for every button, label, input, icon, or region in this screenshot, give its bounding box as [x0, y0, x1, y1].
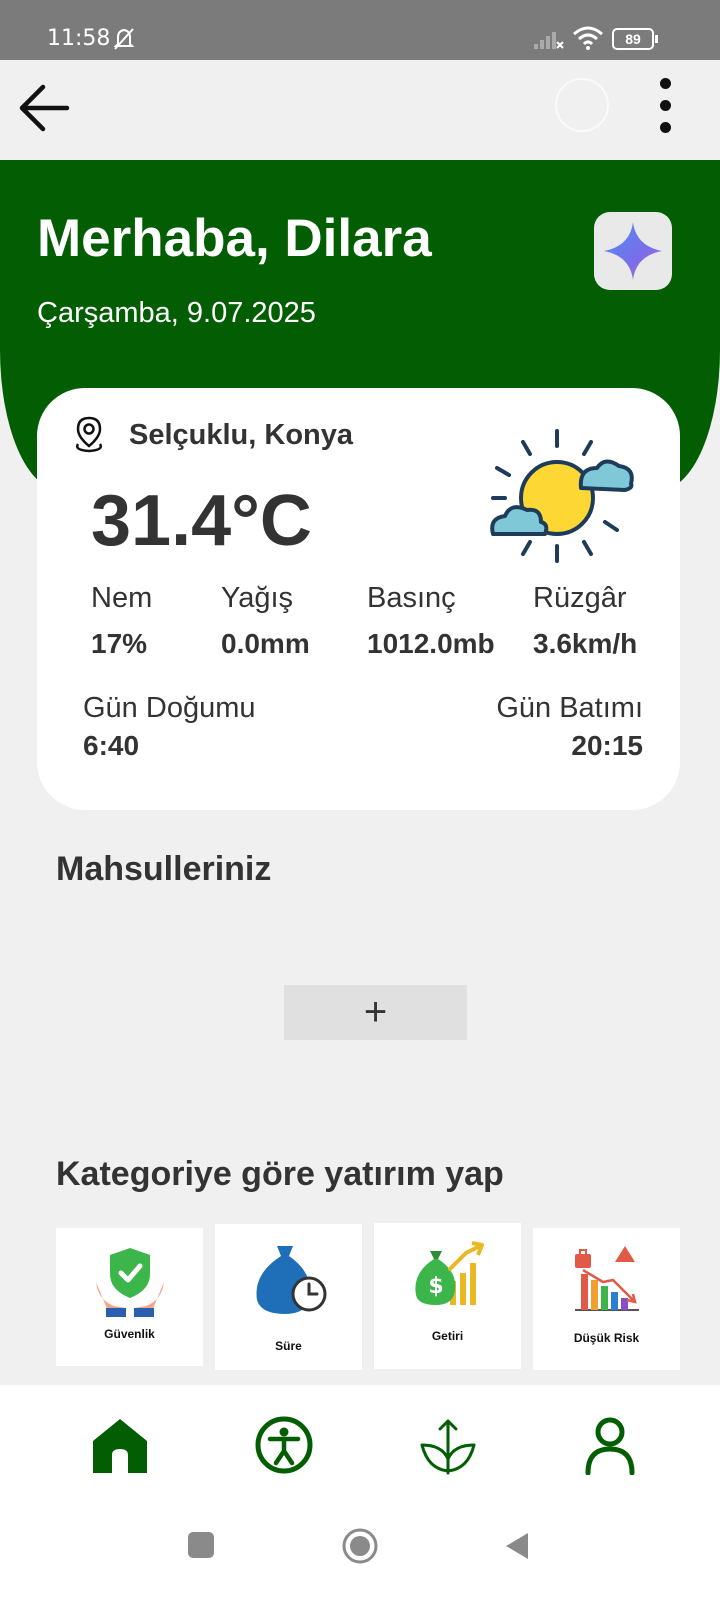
- battery-icon: 89: [612, 28, 658, 50]
- home-icon[interactable]: [90, 1415, 150, 1475]
- pressure-label: Basınç: [367, 582, 456, 614]
- svg-text:$: $: [428, 1274, 443, 1299]
- humidity-value: 17%: [91, 628, 148, 659]
- signal-icon: [534, 32, 564, 49]
- sunset-label: Gün Batımı: [496, 692, 643, 724]
- money-growth-icon: $: [415, 1241, 484, 1305]
- status-time: 11:58: [47, 26, 111, 51]
- bottom-navigation: [0, 1385, 720, 1503]
- wifi-icon: [573, 26, 603, 50]
- bell-muted-icon: [113, 28, 135, 50]
- categories-section-title: Kategoriye göre yatırım yap: [56, 1155, 504, 1193]
- sunrise-label: Gün Doğumu: [83, 692, 256, 724]
- category-label: Güvenlik: [104, 1327, 155, 1341]
- location-pin-icon: [75, 416, 103, 453]
- app-bar: [0, 60, 720, 160]
- accessibility-icon[interactable]: [254, 1415, 314, 1475]
- system-navigation: [0, 1503, 720, 1600]
- location-name: Selçuklu, Konya: [129, 419, 354, 451]
- humidity-label: Nem: [91, 582, 153, 614]
- sunset-value: 20:15: [571, 730, 643, 761]
- precipitation-value: 0.0mm: [221, 628, 310, 659]
- crops-section-title: Mahsulleriniz: [56, 850, 272, 888]
- category-card-return[interactable]: $ Getiri: [374, 1223, 521, 1369]
- current-date: Çarşamba, 9.07.2025: [37, 297, 316, 329]
- more-vert-icon[interactable]: [646, 74, 686, 138]
- sparkle-icon: [604, 222, 662, 280]
- money-bag-clock-icon: [256, 1246, 327, 1314]
- category-label: Düşük Risk: [573, 1331, 640, 1345]
- sun-cloud-icon: [490, 429, 634, 563]
- loading-indicator: [555, 78, 609, 132]
- home-button[interactable]: [341, 1527, 379, 1565]
- arrow-left-icon[interactable]: [15, 77, 77, 139]
- declining-chart-icon: [575, 1246, 639, 1311]
- precipitation-label: Yağış: [221, 582, 294, 614]
- battery-level: 89: [625, 31, 641, 47]
- sprout-icon[interactable]: [418, 1415, 478, 1475]
- pressure-value: 1012.0mb: [367, 628, 495, 659]
- ai-assistant-button[interactable]: [594, 212, 672, 290]
- category-card-security[interactable]: Güvenlik: [56, 1228, 203, 1366]
- back-button[interactable]: [504, 1531, 530, 1561]
- wind-label: Rüzgâr: [533, 582, 627, 614]
- greeting-title: Merhaba, Dilara: [37, 209, 432, 268]
- category-card-low-risk[interactable]: Düşük Risk: [533, 1228, 680, 1370]
- status-bar: 11:58 89: [0, 0, 720, 60]
- category-label: Getiri: [431, 1329, 464, 1343]
- temperature: 31.4°C: [91, 481, 312, 561]
- category-card-duration[interactable]: Süre: [215, 1224, 362, 1370]
- recent-apps-button[interactable]: [188, 1532, 214, 1558]
- sunrise-value: 6:40: [83, 730, 140, 761]
- category-label: Süre: [275, 1339, 302, 1353]
- weather-card: Selçuklu, Konya 31.4°C Nem 17% Yağış 0.0…: [37, 388, 680, 810]
- wind-value: 3.6km/h: [533, 628, 638, 659]
- person-icon[interactable]: [580, 1415, 640, 1475]
- hands-shield-icon: [96, 1248, 164, 1317]
- add-crop-button[interactable]: +: [284, 985, 467, 1040]
